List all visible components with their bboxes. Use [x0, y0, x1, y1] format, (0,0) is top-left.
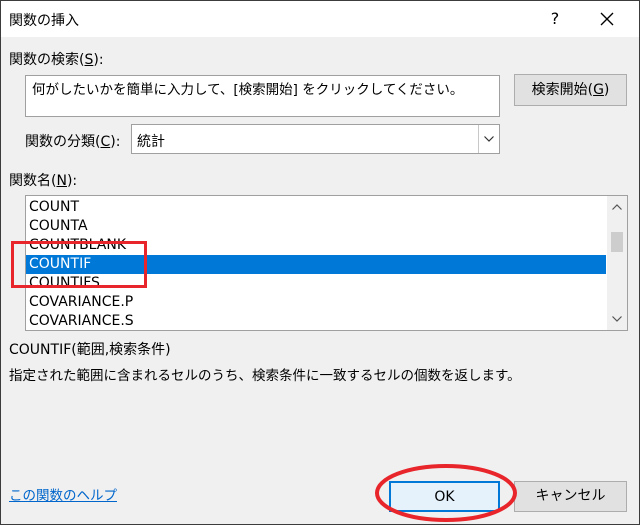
list-scrollbar[interactable] [607, 196, 627, 330]
search-label: 関数の検索(S): [9, 52, 104, 68]
list-item[interactable]: COUNT [26, 198, 606, 217]
scroll-down-icon[interactable] [607, 310, 627, 328]
title-bar: 関数の挿入 ? [1, 1, 639, 37]
function-syntax: COUNTIF(範囲,検索条件) [9, 342, 171, 358]
search-start-button[interactable]: 検索開始(G) [514, 74, 627, 106]
function-list-label: 関数名(N): [9, 173, 78, 189]
chevron-down-icon[interactable] [478, 125, 499, 153]
category-select[interactable]: 統計 [131, 124, 500, 154]
close-icon[interactable] [593, 5, 621, 33]
list-item[interactable]: COVARIANCE.S [26, 312, 606, 330]
help-icon[interactable]: ? [541, 5, 569, 33]
function-description: 指定された範囲に含まれるセルのうち、検索条件に一致するセルの個数を返します。 [9, 368, 521, 384]
list-item[interactable]: COUNTA [26, 217, 606, 236]
cancel-button[interactable]: キャンセル [514, 481, 627, 512]
search-input[interactable]: 何がしたいかを簡単に入力して、[検索開始] をクリックしてください。 [25, 75, 500, 117]
highlight-ellipse [375, 464, 517, 522]
category-value: 統計 [137, 134, 165, 150]
scroll-up-icon[interactable] [607, 198, 627, 216]
function-help-link[interactable]: この関数のヘルプ [9, 484, 117, 504]
highlight-rectangle [11, 241, 147, 288]
dialog-title: 関数の挿入 [9, 13, 79, 29]
list-item[interactable]: COVARIANCE.P [26, 293, 606, 312]
scrollbar-thumb[interactable] [611, 232, 623, 252]
category-label: 関数の分類(C): [25, 134, 121, 150]
